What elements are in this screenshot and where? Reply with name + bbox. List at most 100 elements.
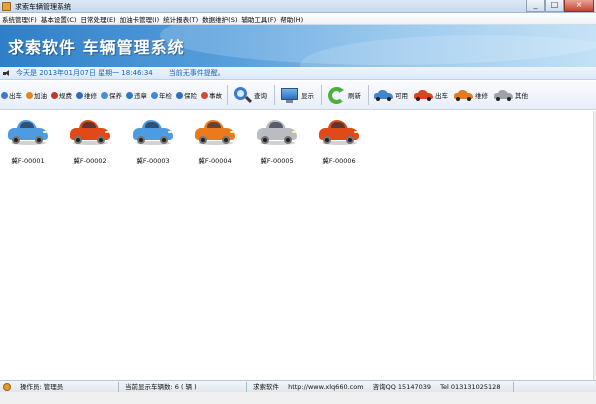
event-notice: 当前无事件提醒。 [168,69,225,77]
website-link[interactable]: http://www.xlq660.com [288,383,363,391]
fuel-icon [26,91,33,99]
window-controls: _ □ × [526,0,594,12]
insurance-icon [176,91,183,99]
menubar: 系统管理(F) 基本设置(C) 日常处理(E) 加油卡管理(I) 统计报表(T)… [0,13,596,25]
filter-available-button[interactable]: 可用 [374,89,408,101]
refuel-button[interactable]: 加油 [26,90,47,100]
maximize-button[interactable]: □ [545,0,564,12]
app-banner: 求索软件 车辆管理系统 [0,25,596,67]
car-icon [195,119,235,145]
info-bar: 今天是 2013年01月07日 星期一 18:46:34 当前无事件提醒。 [0,67,596,80]
refuel-label: 加油 [34,92,47,100]
vehicle-plate: 冀F-00006 [322,157,356,165]
fees-button[interactable]: 规费 [51,90,72,100]
vehicle-tile[interactable]: 冀F-00004 [187,117,243,167]
query-label: 查询 [254,92,267,100]
qq-contact: 咨询QQ 15147039 [372,382,432,391]
display-label: 显示 [301,92,314,100]
window-title: 求索车辆管理系统 [15,3,71,11]
wrench-icon [76,91,83,99]
window-titlebar: 求索车辆管理系统 _ □ × [0,0,596,13]
maintenance-icon [101,91,108,99]
menu-reports[interactable]: 统计报表(T) [163,14,202,24]
refresh-button[interactable]: 刷新 [327,86,361,105]
vehicle-plate: 冀F-00003 [136,157,170,165]
maintenance-label: 保养 [109,92,122,100]
toolbar-separator [368,85,369,105]
violation-icon [126,91,133,99]
filter-repair-button[interactable]: 维修 [454,89,488,101]
current-datetime: 今天是 2013年01月07日 星期一 18:46:34 [16,69,153,77]
refresh-icon [327,86,346,105]
user-icon [3,382,11,391]
minimize-button[interactable]: _ [526,0,545,12]
vehicle-tile[interactable]: 冀F-00005 [249,117,305,167]
vehicle-tile[interactable]: 冀F-00002 [62,117,118,167]
car-icon [319,119,359,145]
depart-button[interactable]: 出车 [1,90,22,100]
depart-label: 出车 [9,92,22,100]
menu-tools[interactable]: 辅助工具(F) [241,14,280,24]
menu-basic-settings[interactable]: 基本设置(C) [41,14,81,24]
car-icon [133,119,173,145]
window-bottom-edge [0,392,596,404]
vehicle-plate: 冀F-00002 [73,157,107,165]
accident-button[interactable]: 事故 [201,90,222,100]
operator-status: 操作员: 管理员 [14,381,119,392]
vehicle-plate: 冀F-00005 [260,157,294,165]
menu-system[interactable]: 系统管理(F) [2,14,41,24]
accident-label: 事故 [209,92,222,100]
filter-other-button[interactable]: 其他 [494,89,528,101]
car-icon [454,89,473,101]
vehicle-tile[interactable]: 冀F-00006 [311,117,367,167]
banner-title: 求索软件 车辆管理系统 [8,38,185,57]
car-icon [494,89,513,101]
maintenance-button[interactable]: 保养 [101,90,122,100]
filter-available-label: 可用 [395,92,408,100]
contact-info: 求索软件 http://www.xlq660.com 咨询QQ 15147039… [247,381,515,392]
toolbar-separator [227,85,228,105]
company-name: 求索软件 [253,382,279,391]
speaker-icon [3,69,12,78]
fees-label: 规费 [59,92,72,100]
insurance-button[interactable]: 保险 [176,90,197,100]
insurance-label: 保险 [184,92,197,100]
phone-contact: Tel 013131025128 [440,382,501,391]
menu-help[interactable]: 帮助(H) [280,14,307,24]
car-icon [70,119,110,145]
car-icon [374,89,393,101]
filter-other-label: 其他 [515,92,528,100]
refresh-label: 刷新 [348,92,361,100]
filter-out-label: 出车 [435,92,448,100]
vehicle-count-status: 当前显示车辆数: 6 ( 辆 ) [119,381,247,392]
fees-icon [51,91,58,99]
vehicle-grid: 冀F-00001 冀F-00002 冀F-00003 冀F-00004 冀F-0… [0,111,596,380]
filter-repair-label: 维修 [475,92,488,100]
repair-button[interactable]: 维修 [76,90,97,100]
menu-fuel-card[interactable]: 加油卡管理(I) [120,14,164,24]
status-bar: 操作员: 管理员 当前显示车辆数: 6 ( 辆 ) 求索软件 http://ww… [0,380,596,392]
accident-icon [201,91,208,99]
car-icon [414,89,433,101]
query-button[interactable]: 查询 [233,86,267,105]
vehicle-plate: 冀F-00001 [11,157,45,165]
toolbar: 出车 加油 规费 维修 保养 违章 年检 保险 事故 查询 显示 刷新 可用 出… [0,81,596,110]
filter-out-button[interactable]: 出车 [414,89,448,101]
car-icon [1,91,8,99]
menu-data[interactable]: 数据维护(S) [202,14,241,24]
vehicle-tile[interactable]: 冀F-00001 [0,117,56,167]
menu-daily[interactable]: 日常处理(E) [80,14,119,24]
search-icon [233,86,253,105]
monitor-icon [280,86,299,105]
inspection-label: 年检 [159,92,172,100]
repair-label: 维修 [84,92,97,100]
display-button[interactable]: 显示 [280,86,314,105]
close-button[interactable]: × [564,0,594,12]
violation-label: 违章 [134,92,147,100]
inspection-button[interactable]: 年检 [151,90,172,100]
vehicle-plate: 冀F-00004 [198,157,232,165]
app-icon [2,2,11,11]
violation-button[interactable]: 违章 [126,90,147,100]
car-icon [8,119,48,145]
vehicle-tile[interactable]: 冀F-00003 [125,117,181,167]
